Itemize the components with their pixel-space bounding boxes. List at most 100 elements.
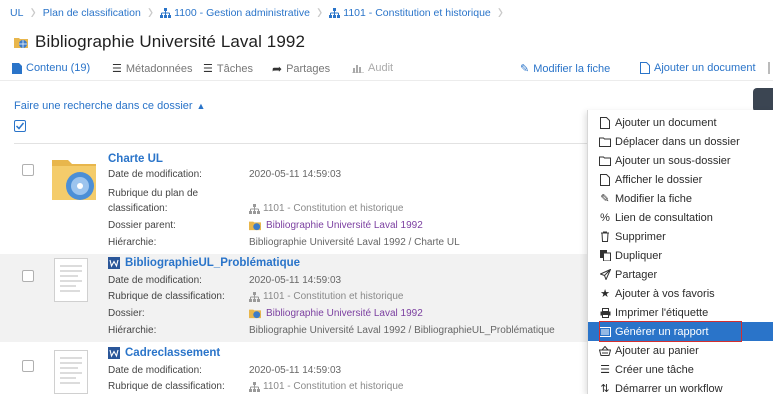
field-value: Bibliographie Université Laval 1992 / Ch… [249, 237, 460, 248]
menu-item-generate-report[interactable]: Générer un rapport [588, 321, 773, 342]
folder-search-toggle[interactable]: Faire une recherche dans ce dossier ▲ [14, 100, 205, 112]
tab-metadonnees[interactable]: ☰ Métadonnées [112, 62, 193, 76]
field-value: Bibliographie Université Laval 1992 / Bi… [249, 325, 555, 336]
menu-item-move[interactable]: Déplacer dans un dossier [588, 132, 773, 151]
row-title-link[interactable]: Cadreclassement [108, 347, 220, 359]
menu-item-show-folder[interactable]: Afficher le dossier [588, 170, 773, 189]
menu-item-label[interactable]: Créer une tâche [615, 364, 694, 376]
menu-item-consultation-link[interactable]: % Lien de consultation [588, 208, 773, 227]
menu-item-label[interactable]: Ajouter à vos favoris [615, 288, 715, 300]
context-menu: Ajouter un document Déplacer dans un dos… [587, 110, 773, 394]
edit-record-button[interactable]: ✎ Modifier la fiche [520, 62, 610, 76]
tab-label[interactable]: Contenu (19) [26, 62, 90, 74]
field-label: classification: [108, 203, 168, 214]
menu-item-start-workflow[interactable]: ⇅ Démarrer un workflow [588, 379, 773, 394]
field-label: Dossier parent: [108, 220, 176, 231]
tree-icon [160, 8, 172, 18]
tab-label[interactable]: Tâches [217, 63, 253, 75]
menu-item-add-to-basket[interactable]: Ajouter au panier [588, 341, 773, 360]
tree-icon [249, 381, 260, 392]
field-label: Hiérarchie: [108, 237, 157, 248]
chevron-up-icon: ▲ [196, 101, 206, 111]
tree-icon [249, 291, 260, 302]
parent-folder-label[interactable]: Bibliographie Université Laval 1992 [266, 308, 423, 319]
row-checkbox[interactable] [22, 270, 34, 282]
menu-item-label[interactable]: Démarrer un workflow [615, 383, 723, 394]
breadcrumb-label[interactable]: Plan de classification [43, 7, 141, 19]
menu-item-label[interactable]: Modifier la fiche [615, 193, 692, 205]
parent-folder-link[interactable]: Bibliographie Université Laval 1992 [249, 307, 423, 319]
field-label: Date de modification: [108, 169, 202, 180]
field-label: Date de modification: [108, 275, 202, 286]
list-divider [14, 143, 614, 144]
menu-item-label[interactable]: Imprimer l'étiquette [615, 307, 708, 319]
menu-item-label[interactable]: Ajouter un sous-dossier [615, 155, 731, 167]
word-doc-icon [108, 347, 120, 359]
file-icon [640, 62, 650, 74]
breadcrumb-item-1100[interactable]: 1100 - Gestion administrative › [160, 0, 329, 26]
parent-folder-label[interactable]: Bibliographie Université Laval 1992 [266, 220, 423, 231]
field-value: 1101 - Constitution et historique [249, 203, 403, 214]
menu-item-label[interactable]: Déplacer dans un dossier [615, 136, 740, 148]
edit-record-label[interactable]: Modifier la fiche [533, 63, 610, 75]
folder-globe-icon [249, 309, 261, 319]
breadcrumb-item-plan[interactable]: Plan de classification › [43, 0, 160, 26]
menu-item-label[interactable]: Supprimer [615, 231, 666, 243]
tab-partages[interactable]: ➦ Partages [272, 62, 330, 76]
menu-item-favorite[interactable]: ★ Ajouter à vos favoris [588, 284, 773, 303]
menu-item-add-document[interactable]: Ajouter un document [588, 113, 773, 132]
side-panel-toggle[interactable] [753, 88, 773, 112]
chevron-right-icon: › [497, 0, 504, 25]
breadcrumb-item-ul[interactable]: UL › [10, 0, 43, 26]
menu-item-duplicate[interactable]: Dupliquer [588, 246, 773, 265]
tab-label[interactable]: Partages [286, 63, 330, 75]
row-title[interactable]: Cadreclassement [125, 347, 220, 359]
tab-label[interactable]: Métadonnées [126, 63, 193, 75]
classification-value: 1101 - Constitution et historique [263, 291, 404, 302]
menu-item-label[interactable]: Ajouter au panier [615, 345, 699, 357]
menu-item-edit-record[interactable]: ✎ Modifier la fiche [588, 189, 773, 208]
field-label: Rubrique de classification: [108, 291, 225, 302]
menu-item-label[interactable]: Ajouter un document [615, 117, 717, 129]
menu-item-label[interactable]: Dupliquer [615, 250, 662, 262]
menu-item-print-label[interactable]: Imprimer l'étiquette [588, 303, 773, 322]
highlight-outline [599, 321, 742, 342]
send-icon [599, 269, 611, 281]
workflow-icon: ⇅ [600, 383, 610, 394]
row-title[interactable]: BibliographieUL_Problématique [125, 257, 300, 269]
search-toggle-label[interactable]: Faire une recherche dans ce dossier [14, 100, 193, 112]
parent-folder-link[interactable]: Bibliographie Université Laval 1992 [249, 219, 423, 231]
menu-item-add-subfolder[interactable]: Ajouter un sous-dossier [588, 151, 773, 170]
row-checkbox[interactable] [22, 360, 34, 372]
tree-icon [249, 203, 260, 214]
add-document-label[interactable]: Ajouter un document [654, 62, 756, 74]
breadcrumb-label[interactable]: 1101 - Constitution et historique [343, 7, 490, 19]
word-doc-icon [108, 257, 120, 269]
breadcrumb-label[interactable]: 1100 - Gestion administrative [174, 7, 310, 19]
select-all-checkbox[interactable] [14, 120, 26, 132]
menu-item-label[interactable]: Lien de consultation [615, 212, 713, 224]
menu-item-label[interactable]: Afficher le dossier [615, 174, 702, 186]
copy-icon [599, 250, 611, 262]
link-icon: % [600, 211, 610, 224]
tab-taches[interactable]: ☰ Tâches [203, 62, 253, 76]
row-title[interactable]: Charte UL [108, 153, 163, 165]
row-title-link[interactable]: Charte UL [108, 153, 163, 165]
document-thumbnail [54, 258, 88, 302]
field-value: 2020-05-11 14:59:03 [249, 365, 342, 376]
row-title-link[interactable]: BibliographieUL_Problématique [108, 257, 300, 269]
field-value: 1101 - Constitution et historique [249, 381, 403, 392]
breadcrumb-label[interactable]: UL [10, 7, 23, 19]
menu-item-label[interactable]: Partager [615, 269, 657, 281]
row-checkbox[interactable] [22, 164, 34, 176]
breadcrumb-item-1101[interactable]: 1101 - Constitution et historique › [329, 0, 510, 26]
star-icon: ★ [600, 288, 610, 300]
edit-icon: ✎ [520, 63, 530, 75]
menu-item-create-task[interactable]: ☰ Créer une tâche [588, 360, 773, 379]
menu-item-share[interactable]: Partager [588, 265, 773, 284]
menu-item-delete[interactable]: Supprimer [588, 227, 773, 246]
add-document-button[interactable]: Ajouter un document [640, 62, 756, 74]
field-label: Dossier: [108, 308, 145, 319]
tab-contenu[interactable]: Contenu (19) [12, 62, 90, 74]
chevron-right-icon: › [147, 0, 154, 25]
